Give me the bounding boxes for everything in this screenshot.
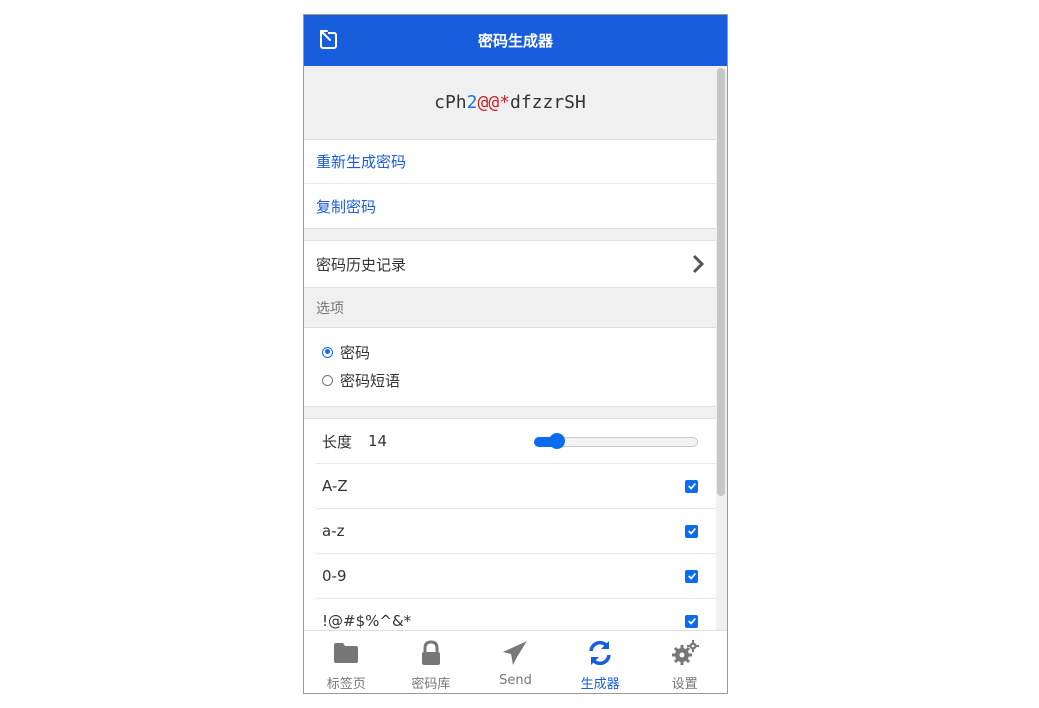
tab-label: Send bbox=[499, 673, 532, 688]
lock-icon bbox=[417, 639, 445, 671]
chevron-right-icon bbox=[691, 254, 705, 274]
send-icon bbox=[501, 639, 529, 671]
tab-generator[interactable]: 生成器 bbox=[558, 631, 643, 693]
password-history-label: 密码历史记录 bbox=[316, 255, 407, 274]
option-label: !@#$%^&* bbox=[322, 612, 412, 630]
tab-label: 标签页 bbox=[326, 677, 366, 692]
tab-tabs[interactable]: 标签页 bbox=[304, 631, 389, 693]
password-digit: 2 bbox=[466, 92, 478, 113]
bottom-tab-bar: 标签页 密码库 Send 生成器 设置 bbox=[304, 630, 727, 693]
history-box: 密码历史记录 bbox=[304, 240, 716, 288]
popout-icon[interactable] bbox=[317, 28, 341, 52]
tab-vault[interactable]: 密码库 bbox=[389, 631, 474, 693]
option-label: a-z bbox=[322, 522, 345, 540]
options-section-label: 选项 bbox=[316, 300, 344, 317]
generated-password: cPh 2 @@* dfzzrSH bbox=[304, 66, 716, 139]
scrollbar[interactable] bbox=[716, 66, 727, 630]
type-radio-group: 密码 密码短语 bbox=[304, 327, 716, 407]
numbers-checkbox[interactable] bbox=[685, 569, 698, 583]
folder-icon bbox=[332, 639, 360, 671]
length-value: 14 bbox=[368, 432, 388, 450]
copy-password-button[interactable]: 复制密码 bbox=[304, 184, 716, 228]
type-option-password[interactable]: 密码 bbox=[322, 338, 698, 366]
scrollbar-thumb[interactable] bbox=[717, 68, 725, 496]
refresh-icon bbox=[586, 639, 614, 671]
header: 密码生成器 bbox=[304, 15, 727, 66]
password-letters-end: dfzzrSH bbox=[510, 92, 586, 113]
tab-label: 密码库 bbox=[411, 677, 451, 692]
generator-content: cPh 2 @@* dfzzrSH 重新生成密码 复制密码 密码历史记录 选项 密码 bbox=[304, 66, 716, 630]
radio-button-password[interactable] bbox=[322, 346, 333, 358]
page-title: 密码生成器 bbox=[477, 32, 553, 50]
slider-handle[interactable] bbox=[548, 433, 565, 449]
tab-settings[interactable]: 设置 bbox=[642, 631, 727, 693]
option-label: 0-9 bbox=[322, 567, 347, 585]
option-numbers-row[interactable]: 0-9 bbox=[316, 554, 716, 599]
type-option-label: 密码短语 bbox=[340, 371, 401, 390]
length-label: 长度 bbox=[322, 432, 353, 451]
gears-icon bbox=[671, 639, 699, 671]
option-label: A-Z bbox=[322, 477, 348, 495]
type-option-passphrase[interactable]: 密码短语 bbox=[322, 366, 698, 394]
special-checkbox[interactable] bbox=[685, 614, 698, 628]
length-row: 长度 14 bbox=[316, 419, 716, 464]
tab-send[interactable]: Send bbox=[473, 631, 558, 693]
options-box: 长度 14 A-Z a-z 0-9 !@#$%^&* bbox=[304, 418, 716, 630]
regenerate-password-button[interactable]: 重新生成密码 bbox=[304, 140, 716, 184]
uppercase-checkbox[interactable] bbox=[685, 479, 698, 493]
tab-label: 生成器 bbox=[580, 677, 620, 692]
radio-button-passphrase[interactable] bbox=[322, 374, 333, 386]
type-option-label: 密码 bbox=[340, 343, 371, 362]
generator-popup: 密码生成器 cPh 2 @@* dfzzrSH 重新生成密码 复制密码 密码历史记录 … bbox=[303, 14, 728, 694]
option-uppercase-row[interactable]: A-Z bbox=[316, 464, 716, 509]
length-slider[interactable] bbox=[534, 433, 698, 449]
password-symbols: @@* bbox=[477, 92, 510, 113]
option-special-row[interactable]: !@#$%^&* bbox=[316, 599, 716, 630]
password-history-link[interactable]: 密码历史记录 bbox=[304, 241, 716, 287]
option-lowercase-row[interactable]: a-z bbox=[316, 509, 716, 554]
password-letters: cPh bbox=[434, 92, 467, 113]
actions-box: 重新生成密码 复制密码 bbox=[304, 139, 716, 229]
lowercase-checkbox[interactable] bbox=[685, 524, 698, 538]
tab-label: 设置 bbox=[671, 677, 698, 692]
